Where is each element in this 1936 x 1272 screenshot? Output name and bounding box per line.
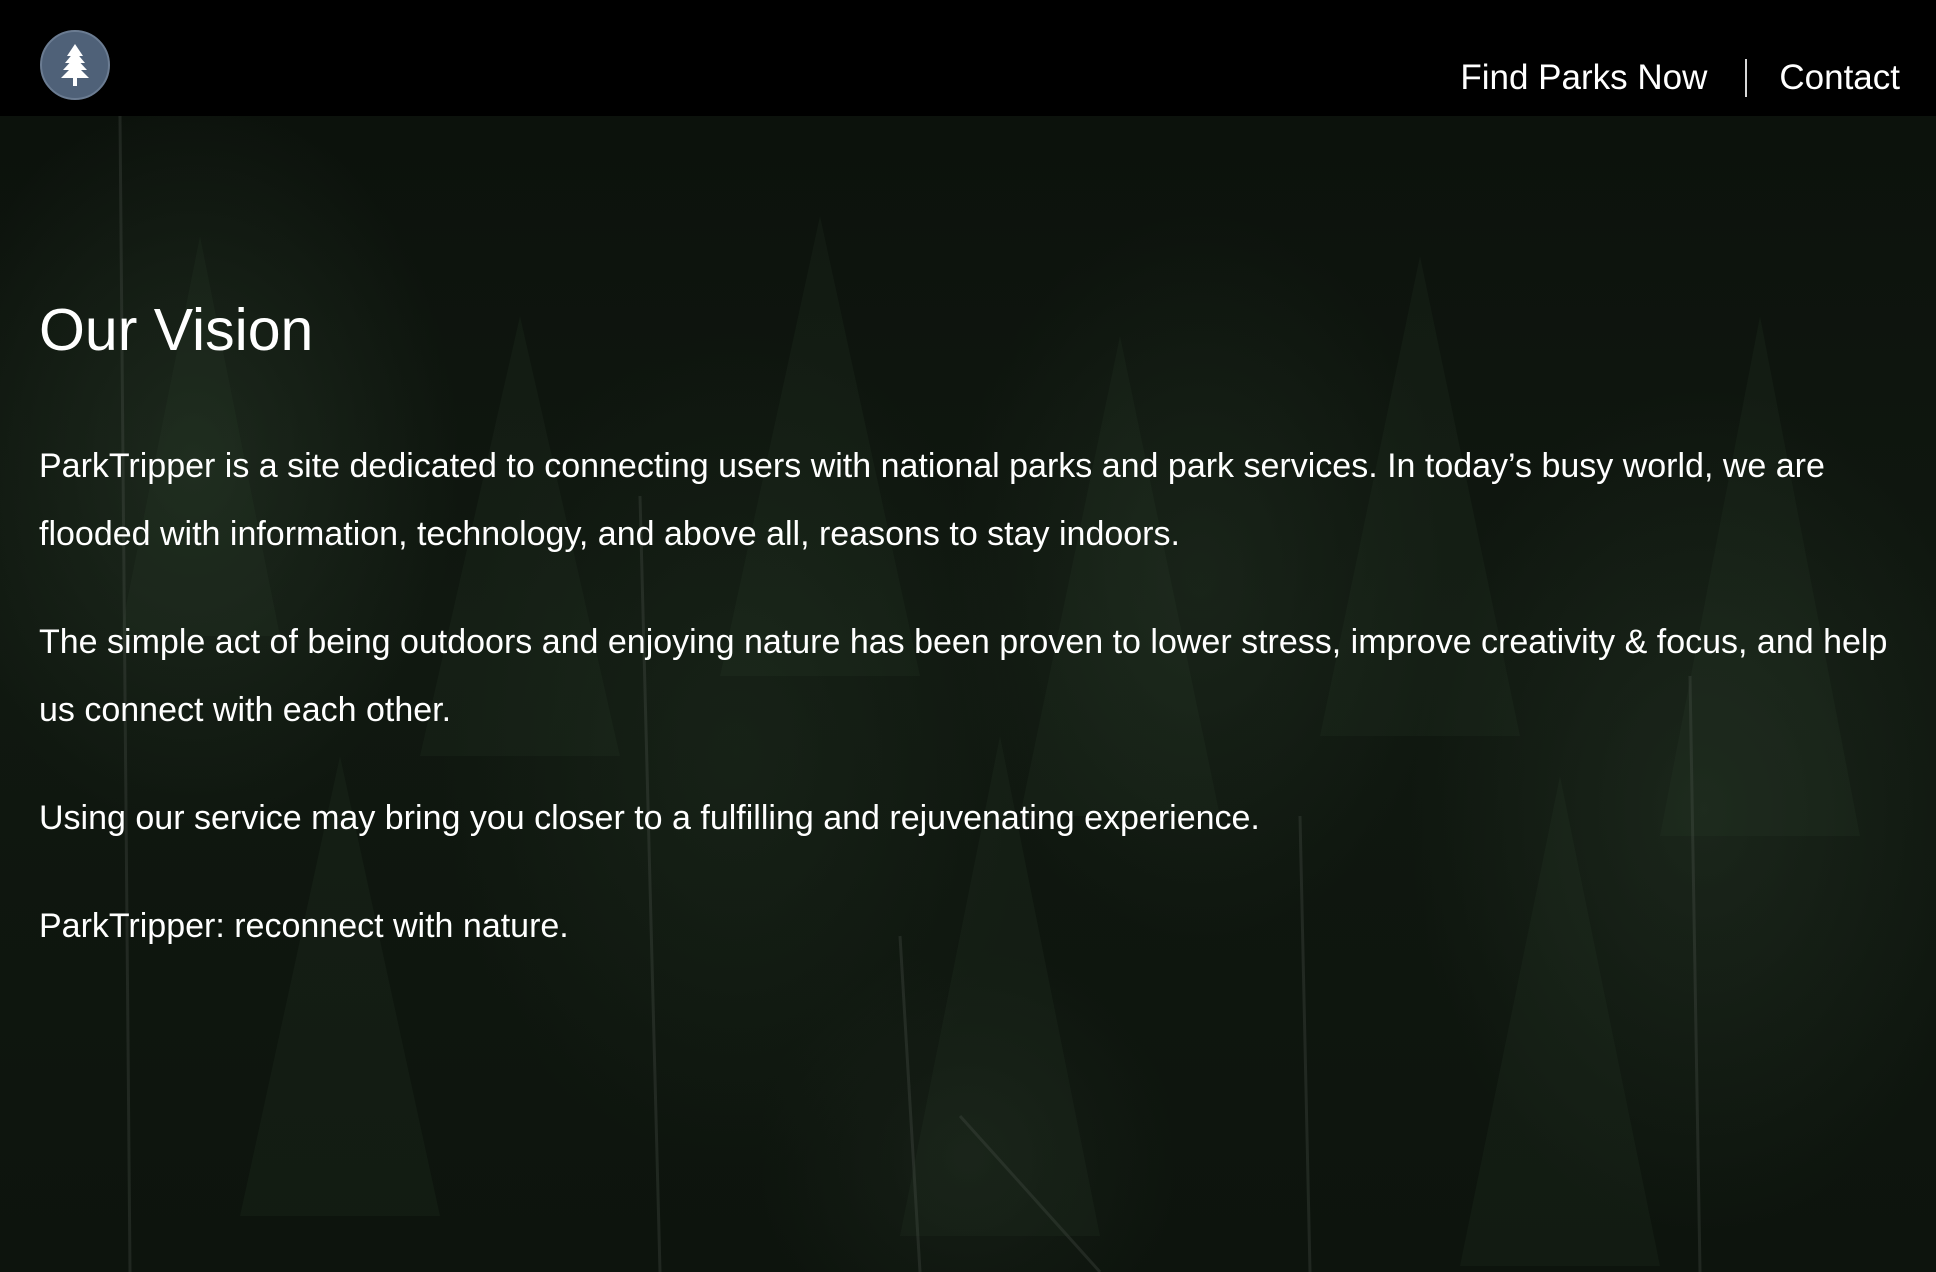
vision-paragraph-benefits: The simple act of being outdoors and enj…	[39, 623, 1888, 729]
nav-find-parks-now-link[interactable]: Find Parks Now	[1460, 58, 1707, 98]
site-logo[interactable]	[40, 30, 110, 100]
pine-tree-icon	[61, 44, 89, 86]
page: Find Parks Now Contact Our Vision ParkTr…	[0, 0, 1936, 1272]
vision-paragraph-service: Using our service may bring you closer t…	[39, 799, 1260, 837]
page-title: Our Vision	[39, 297, 314, 363]
vision-tagline: ParkTripper: reconnect with nature.	[39, 907, 569, 945]
vision-paragraph-intro: ParkTripper is a site dedicated to conne…	[39, 447, 1825, 553]
main-nav: Find Parks Now Contact	[1460, 58, 1900, 98]
nav-contact-link[interactable]: Contact	[1779, 58, 1900, 98]
top-navbar: Find Parks Now Contact	[0, 0, 1936, 116]
vision-section: Our Vision ParkTripper is a site dedicat…	[39, 290, 1899, 960]
nav-divider	[1745, 59, 1748, 97]
